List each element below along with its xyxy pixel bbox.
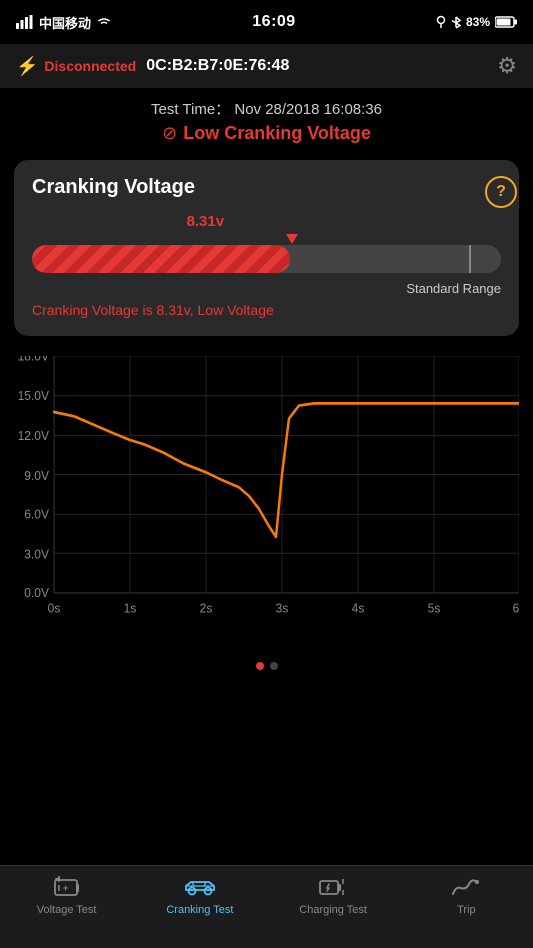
status-left: 中国移动 — [16, 13, 112, 32]
status-bar: 中国移动 16:09 83% — [0, 0, 533, 44]
test-info: Test Time： Nov 28/2018 16:08:36 ⊘ Low Cr… — [0, 88, 533, 150]
svg-text:+: + — [63, 883, 68, 893]
voltage-message: Cranking Voltage is 8.31v, Low Voltage — [32, 302, 501, 318]
test-time-label: Test Time： — [151, 101, 230, 118]
bluetooth-icon — [451, 15, 461, 29]
cranking-voltage-card: Cranking Voltage 8.31v Standard Range Cr… — [14, 160, 519, 336]
svg-text:15.0V: 15.0V — [18, 389, 50, 404]
voltage-chart: 18.0V 15.0V 12.0V 9.0V 6.0V 3.0V 0.0V 0s… — [14, 356, 519, 636]
voltage-value-label: 8.31v — [187, 213, 225, 230]
tab-charging-icon — [318, 874, 348, 900]
tab-cranking-label: Cranking Test — [166, 904, 233, 916]
tab-cranking[interactable]: Cranking Test — [133, 874, 266, 916]
svg-text:3s: 3s — [276, 601, 289, 616]
svg-text:4s: 4s — [352, 601, 365, 616]
status-time: 16:09 — [252, 13, 295, 31]
carrier-label: 中国移动 — [39, 13, 91, 32]
wifi-icon — [96, 16, 112, 28]
alert-text: Low Cranking Voltage — [183, 123, 371, 144]
battery-icon — [495, 16, 517, 28]
svg-text:3.0V: 3.0V — [24, 547, 49, 562]
pagination — [0, 662, 533, 670]
tab-charging-label: Charging Test — [299, 904, 367, 916]
svg-text:1s: 1s — [124, 601, 137, 616]
test-time: Test Time： Nov 28/2018 16:08:36 — [16, 98, 517, 119]
progress-fill — [32, 245, 290, 273]
card-title: Cranking Voltage — [32, 176, 501, 199]
svg-text:2s: 2s — [200, 601, 213, 616]
svg-text:6.0V: 6.0V — [24, 507, 49, 522]
pagination-dot-2[interactable] — [270, 662, 278, 670]
voltage-line — [54, 403, 519, 537]
tab-trip-icon — [451, 874, 481, 900]
test-time-value: Nov 28/2018 16:08:36 — [234, 101, 382, 118]
standard-range-marker — [469, 245, 471, 273]
pagination-dot-1[interactable] — [256, 662, 264, 670]
svg-text:0s: 0s — [48, 601, 61, 616]
settings-icon[interactable]: ⚙ — [497, 53, 517, 79]
tab-voltage-icon: + — [53, 874, 81, 900]
standard-range-label: Standard Range — [32, 281, 501, 296]
svg-text:18.0V: 18.0V — [18, 356, 50, 363]
status-right: 83% — [436, 15, 517, 29]
connection-status: Disconnected — [44, 58, 136, 74]
voltage-arrow-icon — [286, 234, 298, 244]
tab-voltage[interactable]: + Voltage Test — [0, 874, 133, 916]
tab-bar: + Voltage Test Cranking Test — [0, 865, 533, 948]
svg-text:5s: 5s — [428, 601, 441, 616]
alert-icon: ⊘ — [162, 123, 177, 144]
signal-icon — [16, 15, 34, 29]
tab-trip[interactable]: Trip — [400, 874, 533, 916]
tab-cranking-icon — [182, 874, 218, 900]
chart-area: 18.0V 15.0V 12.0V 9.0V 6.0V 3.0V 0.0V 0s… — [14, 346, 519, 656]
svg-text:6s: 6s — [513, 601, 519, 616]
app-header: ⚡ Disconnected 0C:B2:B7:0E:76:48 ⚙ — [0, 44, 533, 88]
svg-text:0.0V: 0.0V — [24, 586, 49, 601]
battery-pct: 83% — [466, 15, 490, 29]
location-icon — [436, 15, 446, 29]
alert-row: ⊘ Low Cranking Voltage — [16, 123, 517, 144]
link-icon: ⚡ — [16, 56, 38, 77]
connection-info: ⚡ Disconnected 0C:B2:B7:0E:76:48 — [16, 56, 289, 77]
device-id: 0C:B2:B7:0E:76:48 — [146, 57, 289, 75]
help-button[interactable]: ? — [485, 176, 517, 208]
progress-bar — [32, 245, 501, 273]
svg-text:9.0V: 9.0V — [24, 468, 49, 483]
tab-voltage-label: Voltage Test — [37, 904, 97, 916]
tab-charging[interactable]: Charging Test — [267, 874, 400, 916]
tab-trip-label: Trip — [457, 904, 476, 916]
svg-text:12.0V: 12.0V — [18, 429, 50, 444]
